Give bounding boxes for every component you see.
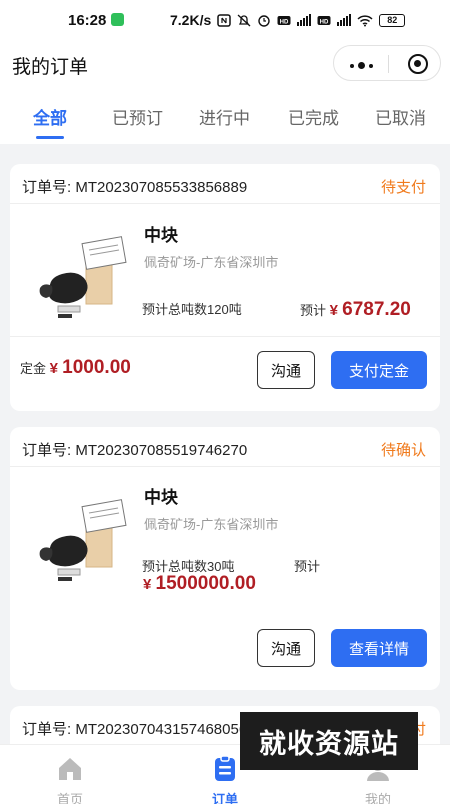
alarm-icon <box>258 14 270 27</box>
hd-icon-2: HD <box>317 15 331 25</box>
capsule-divider <box>388 55 389 73</box>
more-icon[interactable] <box>350 62 373 69</box>
status-indicators: 7.2K/s HD HD 82 <box>170 12 406 28</box>
svg-text:HD: HD <box>320 19 329 25</box>
pay-deposit-button[interactable]: 支付定金 <box>331 351 427 389</box>
order-card[interactable]: 订单号: MT202307085533856889 待支付 中块 佩奇矿场-广东… <box>10 164 440 411</box>
estimated-label: 预计 <box>294 559 321 574</box>
product-location: 佩奇矿场-广东省深圳市 <box>144 255 279 270</box>
tab-cancelled[interactable]: 已取消 <box>375 104 426 129</box>
signal-5g-icon <box>337 14 352 26</box>
product-location: 佩奇矿场-广东省深圳市 <box>144 517 279 532</box>
tab-completed[interactable]: 已完成 <box>288 104 339 129</box>
nfc-icon <box>217 13 231 27</box>
order-icon <box>215 755 235 781</box>
net-speed: 7.2K/s <box>170 12 212 28</box>
svg-text:HD: HD <box>280 19 289 25</box>
contact-button[interactable]: 沟通 <box>257 351 315 389</box>
order-number: 订单号: MT202307043157468056 <box>22 721 248 738</box>
battery-icon: 82 <box>379 13 406 27</box>
nav-bar: 我的订单 <box>0 40 450 86</box>
signal-icon <box>297 14 312 26</box>
miniprogram-capsule <box>333 45 441 81</box>
tab-in-progress[interactable]: 进行中 <box>199 104 250 129</box>
mute-bell-icon <box>237 14 251 26</box>
order-status: 待确认 <box>380 442 426 459</box>
home-icon <box>59 758 81 780</box>
order-card[interactable]: 订单号: MT202307085519746270 待确认 中块 佩奇矿场-广东… <box>10 427 440 690</box>
product-image <box>39 236 127 318</box>
estimated-price: ¥ 1500000.00 <box>143 573 256 594</box>
product-name: 中块 <box>144 226 178 245</box>
status-time: 16:28 <box>68 12 107 29</box>
active-tab-indicator <box>36 136 64 139</box>
close-miniprogram-icon[interactable] <box>408 54 428 74</box>
page-title: 我的订单 <box>12 57 89 78</box>
order-number: 订单号: MT202307085519746270 <box>22 442 248 459</box>
estimated-price: 预计 ¥ 6787.20 <box>300 299 411 320</box>
contact-button[interactable]: 沟通 <box>257 629 315 667</box>
view-details-button[interactable]: 查看详情 <box>331 629 427 667</box>
hd-icon: HD <box>277 15 291 25</box>
tab-all[interactable]: 全部 <box>33 104 67 129</box>
total-tons: 预计总吨数120吨 <box>142 302 242 317</box>
status-bar: 16:28 7.2K/s HD HD 82 <box>0 0 450 40</box>
app-notification-icon <box>111 13 124 26</box>
product-image <box>39 499 127 581</box>
order-header: 订单号: MT202307085519746270 待确认 <box>10 427 440 467</box>
deposit: 定金 ¥ 1000.00 <box>20 357 131 378</box>
order-header: 订单号: MT202307085533856889 待支付 <box>10 164 440 204</box>
tabbar-label: 我的 <box>364 792 391 804</box>
product-name: 中块 <box>144 488 178 507</box>
tab-booked[interactable]: 已预订 <box>112 104 163 129</box>
wifi-icon <box>357 14 373 26</box>
card-divider <box>10 336 440 337</box>
tabbar-label: 首页 <box>56 792 83 804</box>
tabbar-item-home[interactable]: 首页 <box>30 745 110 804</box>
order-number: 订单号: MT202307085533856889 <box>22 179 248 196</box>
tabbar-label: 订单 <box>211 792 238 804</box>
watermark: 就收资源站 <box>240 712 418 770</box>
order-tabs: 全部 已预订 进行中 已完成 已取消 <box>0 86 450 144</box>
order-status: 待支付 <box>380 179 426 196</box>
